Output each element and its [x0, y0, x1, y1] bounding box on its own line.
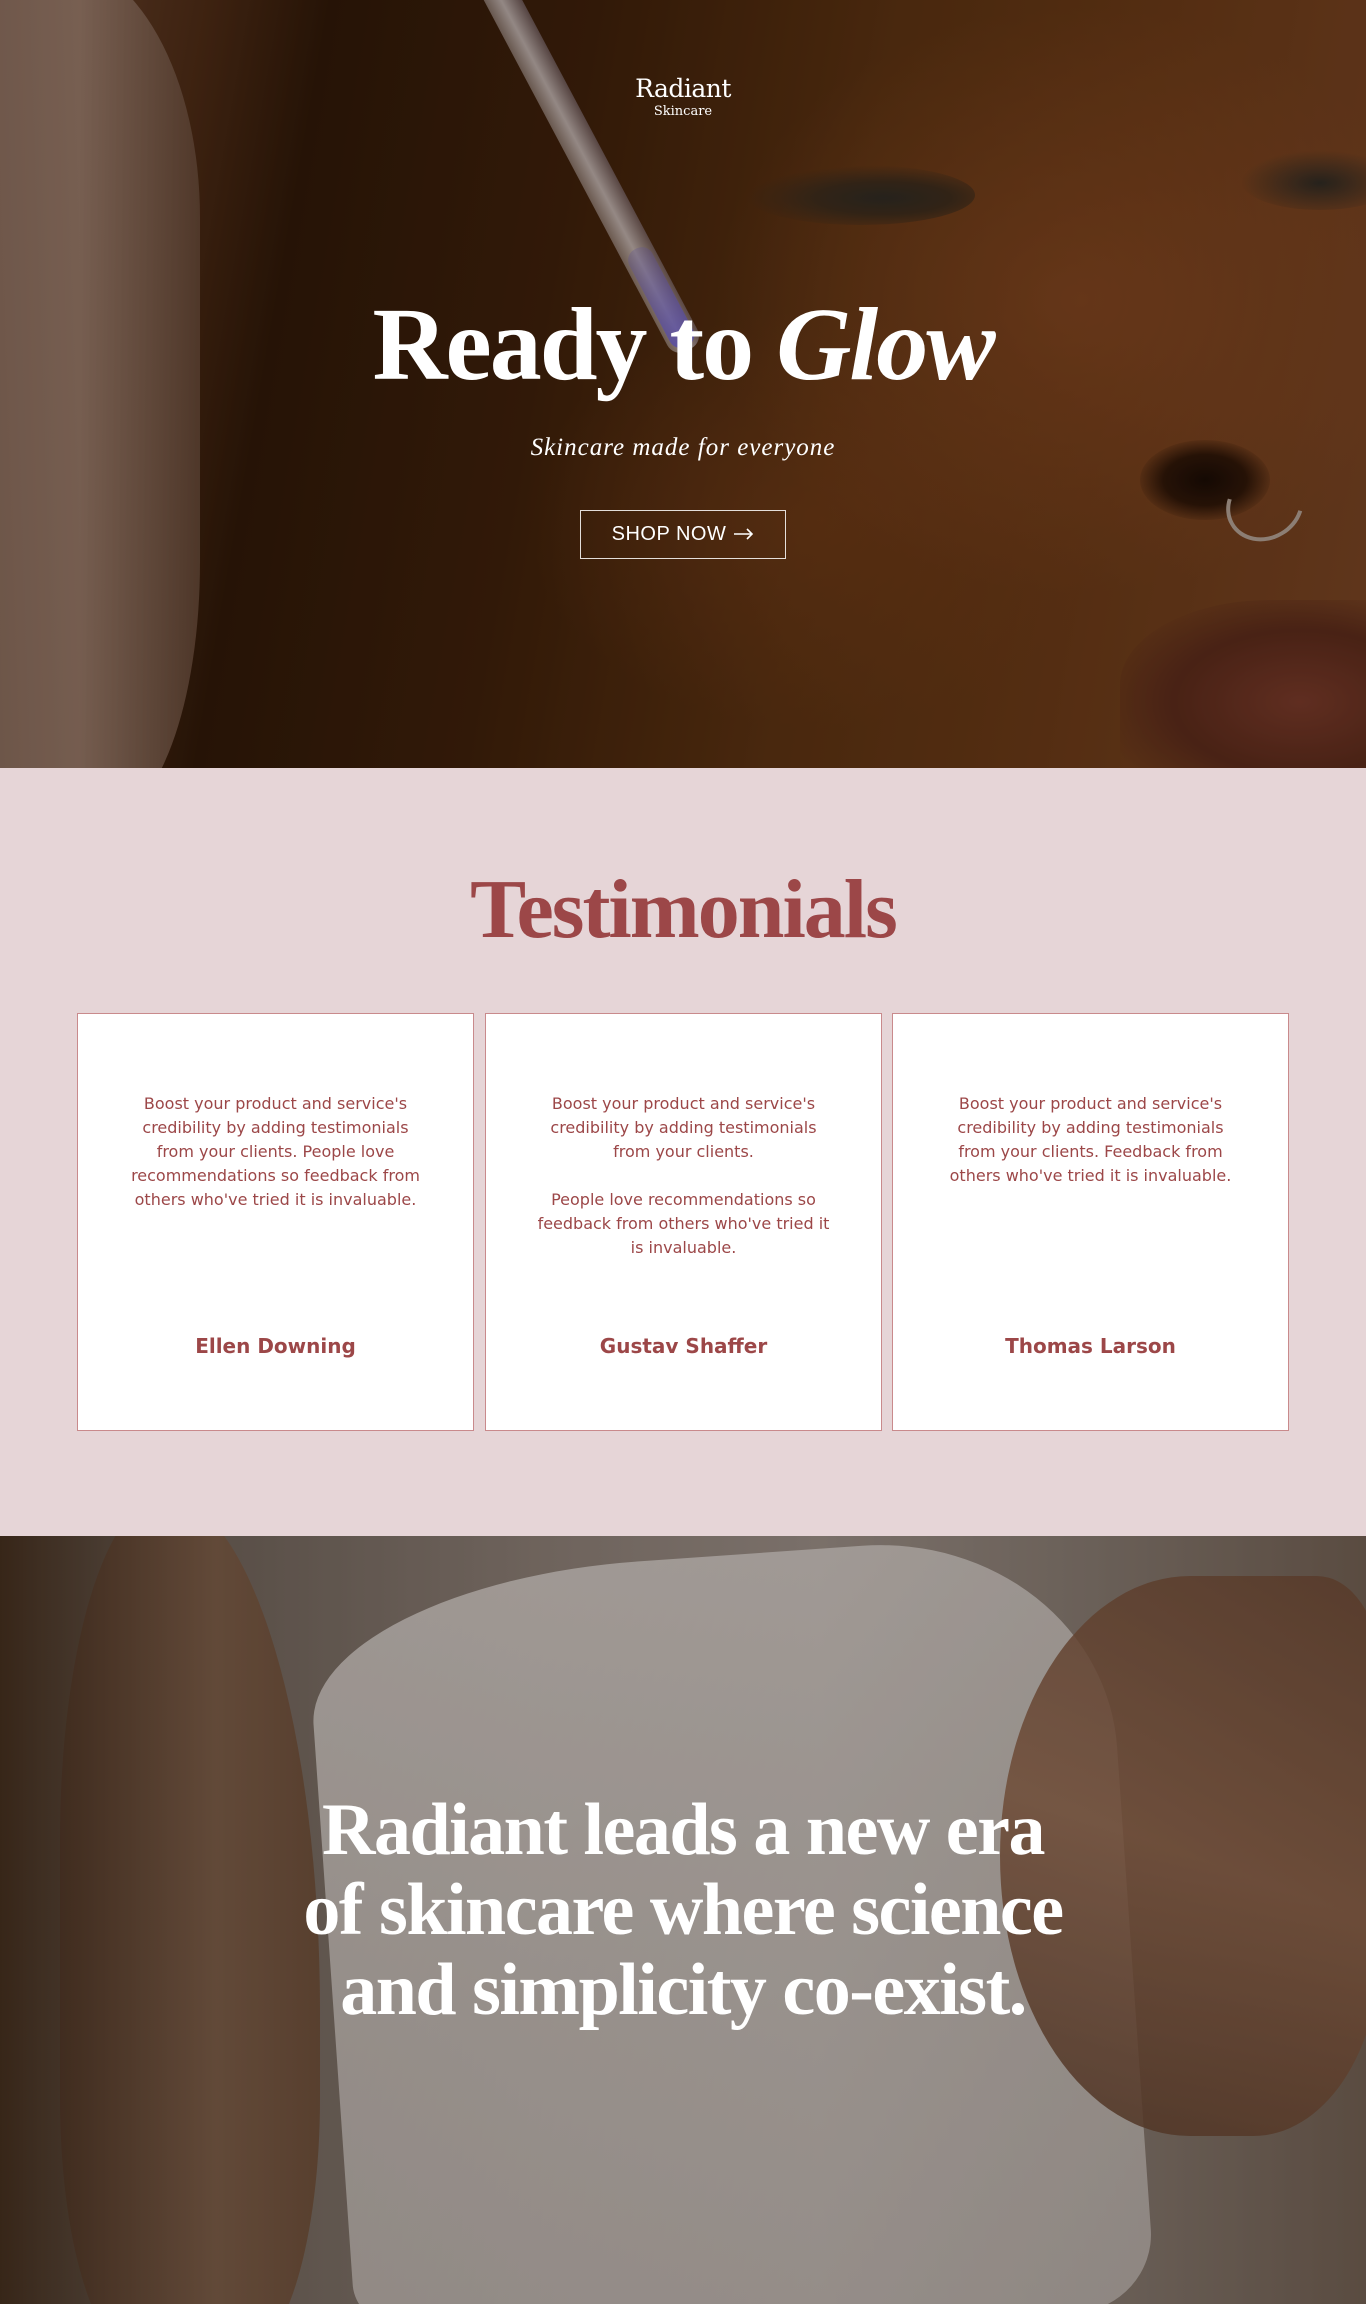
hero-subtitle: Skincare made for everyone [530, 434, 836, 461]
testimonials-section: Testimonials Boost your product and serv… [0, 768, 1366, 1536]
statement-section: Radiant leads a new era of skincare wher… [0, 1536, 1366, 2304]
testimonial-card: Boost your product and service's credibi… [485, 1013, 882, 1431]
testimonial-card: Boost your product and service's credibi… [892, 1013, 1289, 1431]
testimonial-author: Thomas Larson [1005, 1334, 1176, 1358]
testimonial-paragraph: Boost your product and service's credibi… [131, 1094, 420, 1209]
hero-section: Radiant Skincare Ready to Glow Skincare … [0, 0, 1366, 768]
statement-heading: Radiant leads a new era of skincare wher… [233, 1790, 1133, 2030]
testimonials-heading: Testimonials [470, 863, 898, 956]
statement-line: Radiant leads a new era [322, 1789, 1045, 1871]
statement-line: of skincare where science [303, 1869, 1064, 1951]
hero-title: Ready to Glow [283, 287, 1083, 402]
testimonial-author: Ellen Downing [195, 1334, 356, 1358]
brand-logo[interactable]: Radiant Skincare [583, 76, 783, 118]
testimonial-quote: Boost your product and service's credibi… [126, 1092, 425, 1212]
arrow-right-icon [734, 523, 754, 546]
testimonial-quote: Boost your product and service's credibi… [941, 1092, 1240, 1188]
brand-tagline: Skincare [653, 104, 713, 119]
testimonial-paragraph: People love recommendations so feedback … [537, 1190, 830, 1257]
statement-line: and simplicity co-exist. [340, 1949, 1027, 2031]
testimonial-paragraph: Boost your product and service's credibi… [949, 1094, 1232, 1185]
testimonial-author: Gustav Shaffer [599, 1334, 768, 1358]
testimonial-quote: Boost your product and service's credibi… [534, 1092, 833, 1260]
brand-name: Radiant [635, 74, 731, 103]
shop-now-button[interactable]: SHOP NOW [580, 510, 786, 559]
shop-now-label: SHOP NOW [611, 523, 727, 545]
hero-title-emphasis: Glow [776, 287, 995, 402]
hero-title-plain: Ready to [372, 287, 777, 402]
testimonial-paragraph: Boost your product and service's credibi… [550, 1094, 817, 1161]
testimonial-card: Boost your product and service's credibi… [77, 1013, 474, 1431]
